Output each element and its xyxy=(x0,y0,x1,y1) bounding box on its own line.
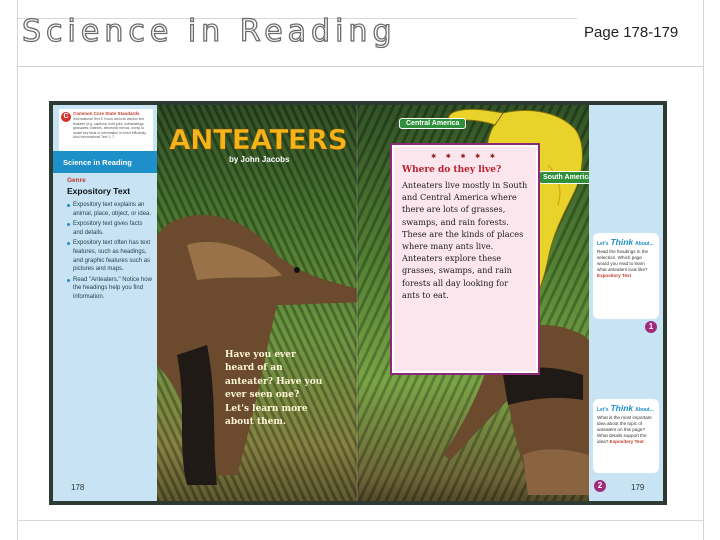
think-heading-pre: Let's xyxy=(597,241,609,247)
page-number-left: 178 xyxy=(71,483,85,492)
think-tag: Expository Text xyxy=(597,273,632,278)
think-text: Read the headings in the selection. Whic… xyxy=(597,249,655,279)
marker-1: 1 xyxy=(645,321,657,333)
standards-box: C Common Core State Standards Informatio… xyxy=(59,109,153,151)
lets-think-about-box-2: Let's Think About... What is the most impo… xyxy=(593,399,659,473)
textbook-spread-image: C Common Core State Standards Informatio… xyxy=(49,101,667,505)
anteater-photo xyxy=(157,215,357,485)
question-title: Where do they live? xyxy=(402,165,502,175)
slide-rule-bottom xyxy=(17,520,703,521)
marker-2: 2 xyxy=(594,480,606,492)
think-heading: Let's Think About... xyxy=(597,403,655,413)
page-number-right: 179 xyxy=(631,483,645,492)
byline: by John Jacobs xyxy=(229,155,290,164)
map-label-central-america: Central America xyxy=(399,118,467,129)
think-heading-pre: Let's xyxy=(597,407,609,413)
genre-list: Expository text explains an animal, plac… xyxy=(67,201,153,304)
think-question: Read the headings in the selection. Whic… xyxy=(597,249,649,272)
question-box-inner: ✱ ✱ ✱ ✱ ✱ Where do they live? Anteaters … xyxy=(394,147,536,371)
list-item: Expository text often has text features,… xyxy=(67,239,153,273)
science-in-reading-banner: Science in Reading xyxy=(53,151,157,173)
slide-title-rule xyxy=(17,66,703,67)
common-core-icon: C xyxy=(61,112,71,122)
slide-rule-right xyxy=(703,0,704,540)
lets-think-about-box-1: Let's Think About... Read the headings in … xyxy=(593,233,659,319)
think-heading-word: Think xyxy=(610,237,634,247)
think-heading-word: Think xyxy=(610,403,634,413)
genre-label: Genre xyxy=(67,177,86,184)
ant-icon: ✱ ✱ ✱ ✱ ✱ xyxy=(431,154,499,160)
where-do-they-live-box: ✱ ✱ ✱ ✱ ✱ Where do they live? Anteaters … xyxy=(390,143,540,375)
think-tag: Expository Text xyxy=(609,439,644,444)
genre-name: Expository Text xyxy=(67,186,131,196)
think-text: What is the most important idea about th… xyxy=(597,415,655,445)
list-item: Expository text explains an animal, plac… xyxy=(67,201,153,218)
page-reference: Page 178-179 xyxy=(584,24,679,41)
question-body: Anteaters live mostly in South and Centr… xyxy=(402,180,528,300)
think-heading-post: About... xyxy=(635,407,654,413)
slide-rule-left xyxy=(17,0,18,540)
slide-title: Science in Reading xyxy=(21,13,397,49)
left-sidebar: C Common Core State Standards Informatio… xyxy=(53,105,157,501)
list-item: Expository text gives facts and details. xyxy=(67,220,153,237)
headline: ANTEATERS xyxy=(169,123,348,157)
list-item: Read "Anteaters." Notice how the heading… xyxy=(67,276,153,302)
standards-text: Informational Text 5. Know and use vario… xyxy=(73,117,147,140)
spread-inner: C Common Core State Standards Informatio… xyxy=(53,105,663,501)
intro-text: Have you ever heard of an anteater? Have… xyxy=(225,350,323,428)
think-heading-post: About... xyxy=(635,241,654,247)
think-heading: Let's Think About... xyxy=(597,237,655,247)
